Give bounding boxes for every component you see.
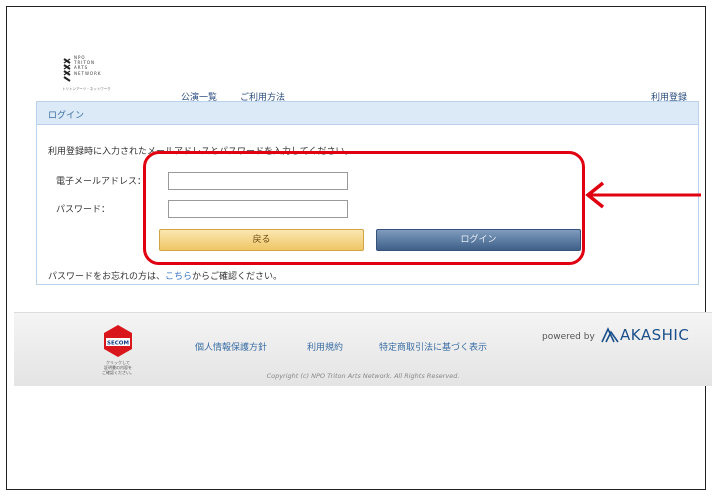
- password-label: パスワード：: [56, 205, 111, 215]
- commercial-transactions-link[interactable]: 特定商取引法に基づく表示: [379, 340, 487, 353]
- highlight-box: [143, 151, 585, 265]
- panel-title: ログイン: [37, 102, 698, 125]
- akashic-logo[interactable]: AKASHIC: [601, 326, 689, 344]
- annotation-arrow-icon: [585, 181, 701, 209]
- forgot-password-text: パスワードをお忘れの方は、こちらからご確認ください。: [48, 269, 282, 282]
- terms-of-use-link[interactable]: 利用規約: [307, 340, 343, 353]
- triton-mark-icon: [63, 58, 71, 82]
- powered-by-label: powered by: [542, 332, 595, 342]
- logo-line: NETWORK: [74, 70, 102, 76]
- logo-text: NPO TRITON ARTS NETWORK: [74, 55, 101, 76]
- footer: SECOM クリックして 証明書の内容を ご確認ください。 個人情報保護方針 利…: [14, 312, 712, 386]
- triton-arts-network-logo[interactable]: NPO TRITON ARTS NETWORK トリトンアーツ・ネットワーク: [62, 55, 124, 95]
- copyright: Copyright (c) NPO Triton Arts Network. A…: [266, 372, 460, 380]
- akashic-mark-icon: [601, 327, 619, 343]
- svg-text:SECOM: SECOM: [107, 341, 129, 347]
- secom-badge-icon: SECOM: [104, 325, 132, 357]
- forgot-suffix: からご確認ください。: [192, 272, 283, 282]
- forgot-password-link[interactable]: こちら: [165, 272, 192, 282]
- akashic-brand: AKASHIC: [620, 326, 690, 344]
- email-label: 電子メールアドレス：: [56, 177, 147, 187]
- forgot-prefix: パスワードをお忘れの方は、: [48, 272, 166, 282]
- secom-seal[interactable]: SECOM クリックして 証明書の内容を ご確認ください。: [100, 323, 136, 375]
- privacy-policy-link[interactable]: 個人情報保護方針: [195, 340, 267, 353]
- logo-subtitle: トリトンアーツ・ネットワーク: [62, 87, 111, 91]
